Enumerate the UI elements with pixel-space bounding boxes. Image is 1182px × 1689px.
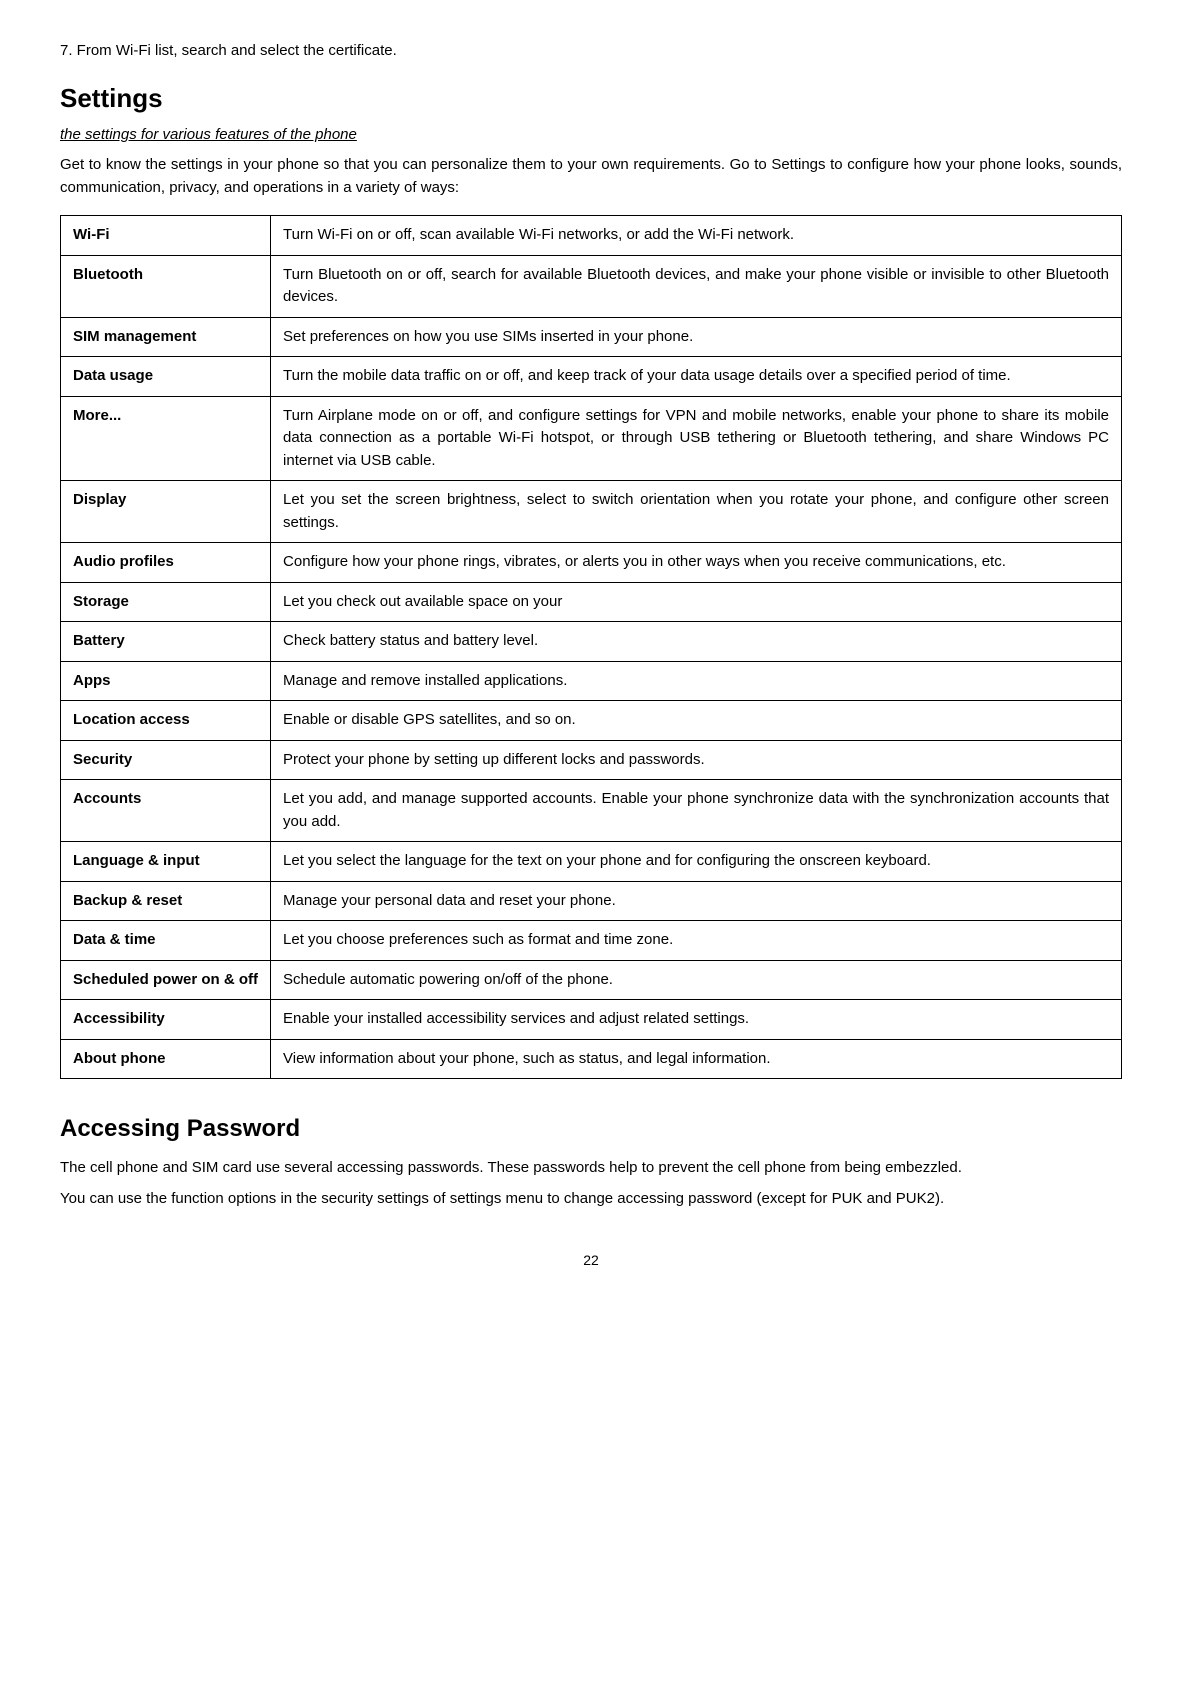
setting-label: Data & time — [61, 921, 271, 961]
setting-description: Let you select the language for the text… — [271, 842, 1122, 882]
setting-description: Turn Wi-Fi on or off, scan available Wi-… — [271, 216, 1122, 256]
setting-label: Scheduled power on & off — [61, 960, 271, 1000]
setting-description: Enable or disable GPS satellites, and so… — [271, 701, 1122, 741]
accessing-para1: The cell phone and SIM card use several … — [60, 1157, 1122, 1180]
accessing-password-title: Accessing Password — [60, 1111, 1122, 1147]
setting-label: Apps — [61, 661, 271, 701]
setting-description: Turn the mobile data traffic on or off, … — [271, 357, 1122, 397]
table-row: AppsManage and remove installed applicat… — [61, 661, 1122, 701]
setting-label: Accessibility — [61, 1000, 271, 1040]
accessing-para2: You can use the function options in the … — [60, 1188, 1122, 1211]
table-row: About phoneView information about your p… — [61, 1039, 1122, 1079]
setting-description: Check battery status and battery level. — [271, 622, 1122, 662]
setting-description: Turn Bluetooth on or off, search for ava… — [271, 255, 1122, 317]
setting-description: Configure how your phone rings, vibrates… — [271, 543, 1122, 583]
setting-description: Let you choose preferences such as forma… — [271, 921, 1122, 961]
table-row: Backup & resetManage your personal data … — [61, 881, 1122, 921]
table-row: Data usageTurn the mobile data traffic o… — [61, 357, 1122, 397]
setting-description: Let you check out available space on you… — [271, 582, 1122, 622]
setting-label: SIM management — [61, 317, 271, 357]
settings-description: Get to know the settings in your phone s… — [60, 154, 1122, 199]
setting-label: Accounts — [61, 780, 271, 842]
table-row: Wi-FiTurn Wi-Fi on or off, scan availabl… — [61, 216, 1122, 256]
table-row: BatteryCheck battery status and battery … — [61, 622, 1122, 662]
table-row: AccessibilityEnable your installed acces… — [61, 1000, 1122, 1040]
setting-description: Protect your phone by setting up differe… — [271, 740, 1122, 780]
table-row: Scheduled power on & offSchedule automat… — [61, 960, 1122, 1000]
table-row: BluetoothTurn Bluetooth on or off, searc… — [61, 255, 1122, 317]
settings-title: Settings — [60, 79, 1122, 118]
setting-description: Set preferences on how you use SIMs inse… — [271, 317, 1122, 357]
setting-label: Audio profiles — [61, 543, 271, 583]
table-row: Data & timeLet you choose preferences su… — [61, 921, 1122, 961]
setting-label: Language & input — [61, 842, 271, 882]
page-number: 22 — [60, 1250, 1122, 1271]
table-row: More...Turn Airplane mode on or off, and… — [61, 396, 1122, 481]
setting-description: Let you add, and manage supported accoun… — [271, 780, 1122, 842]
setting-description: Schedule automatic powering on/off of th… — [271, 960, 1122, 1000]
setting-label: Bluetooth — [61, 255, 271, 317]
table-row: DisplayLet you set the screen brightness… — [61, 481, 1122, 543]
setting-label: Security — [61, 740, 271, 780]
setting-description: Enable your installed accessibility serv… — [271, 1000, 1122, 1040]
setting-label: About phone — [61, 1039, 271, 1079]
setting-description: Manage and remove installed applications… — [271, 661, 1122, 701]
setting-description: Let you set the screen brightness, selec… — [271, 481, 1122, 543]
table-row: Location accessEnable or disable GPS sat… — [61, 701, 1122, 741]
table-row: SIM managementSet preferences on how you… — [61, 317, 1122, 357]
setting-label: Battery — [61, 622, 271, 662]
table-row: SecurityProtect your phone by setting up… — [61, 740, 1122, 780]
setting-description: View information about your phone, such … — [271, 1039, 1122, 1079]
settings-subtitle: the settings for various features of the… — [60, 124, 1122, 147]
setting-label: Storage — [61, 582, 271, 622]
table-row: Audio profilesConfigure how your phone r… — [61, 543, 1122, 583]
table-row: Language & inputLet you select the langu… — [61, 842, 1122, 882]
setting-label: More... — [61, 396, 271, 481]
table-row: AccountsLet you add, and manage supporte… — [61, 780, 1122, 842]
setting-description: Manage your personal data and reset your… — [271, 881, 1122, 921]
settings-table: Wi-FiTurn Wi-Fi on or off, scan availabl… — [60, 215, 1122, 1079]
setting-description: Turn Airplane mode on or off, and config… — [271, 396, 1122, 481]
step7-text: 7. From Wi-Fi list, search and select th… — [60, 40, 1122, 63]
setting-label: Display — [61, 481, 271, 543]
setting-label: Backup & reset — [61, 881, 271, 921]
table-row: StorageLet you check out available space… — [61, 582, 1122, 622]
setting-label: Wi-Fi — [61, 216, 271, 256]
setting-label: Data usage — [61, 357, 271, 397]
setting-label: Location access — [61, 701, 271, 741]
